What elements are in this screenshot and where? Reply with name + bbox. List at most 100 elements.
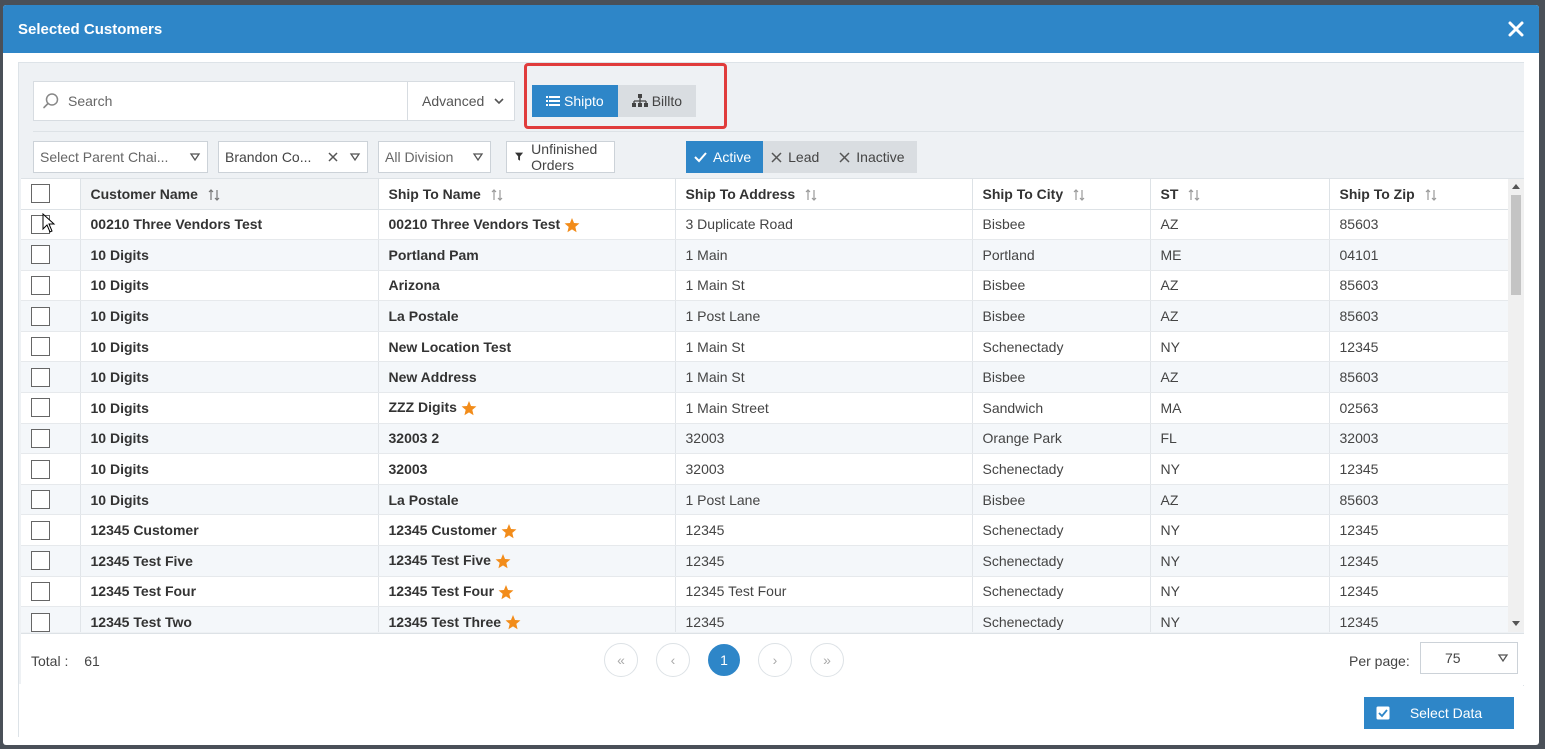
ship-to-name-cell: La Postale	[378, 484, 676, 516]
per-page-select[interactable]: 75	[1420, 642, 1518, 674]
status-lead-button[interactable]: Lead	[763, 141, 832, 173]
customer-name-cell: 10 Digits	[80, 361, 379, 394]
row-checkbox[interactable]	[31, 337, 50, 357]
ship-to-address-cell: 1 Main St	[675, 361, 973, 394]
ship-to-zip-cell: 02563	[1329, 392, 1509, 424]
ship-to-name-cell: 12345 Test Four	[378, 576, 676, 608]
ship-to-city-cell: Sandwich	[972, 392, 1151, 424]
view-toggle: Shipto Billto	[532, 85, 697, 117]
header-customer-name[interactable]: Customer Name	[80, 179, 379, 210]
table-row[interactable]: 12345 Customer 12345 Customer 12345 Schenec…	[21, 514, 1509, 547]
unfinished-orders-button[interactable]: Unfinished Orders	[506, 141, 616, 173]
brandon-select[interactable]: Brandon Co...	[218, 141, 368, 173]
customer-name-cell: 00210 Three Vendors Test	[80, 209, 379, 241]
ship-to-zip-cell: 12345	[1329, 453, 1509, 485]
row-checkbox[interactable]	[31, 428, 50, 448]
search-field[interactable]	[34, 82, 408, 120]
header-ship-to-zip[interactable]: Ship To Zip	[1329, 179, 1509, 210]
ship-to-zip-cell: 12345	[1329, 606, 1509, 632]
row-checkbox[interactable]	[31, 490, 50, 510]
ship-to-city-cell: Bisbee	[972, 270, 1151, 302]
ship-to-address-cell: 1 Main	[675, 239, 973, 271]
table-scrollbar[interactable]	[1508, 179, 1524, 632]
first-page-button[interactable]: «	[604, 643, 638, 677]
division-select[interactable]: All Division	[378, 141, 491, 173]
filter-icon	[515, 152, 524, 161]
status-filter-group: Active Lead Inactive	[686, 141, 917, 173]
row-select-cell	[21, 606, 81, 632]
shipto-label: Shipto	[564, 93, 604, 109]
table-row[interactable]: 10 Digits La Postale 1 Post Lane Bisbee AZ 85…	[21, 300, 1509, 332]
row-select-cell	[21, 484, 81, 516]
st-cell: NY	[1150, 545, 1330, 577]
table-row[interactable]: 12345 Test Two 12345 Test Three 12345 Schen…	[21, 606, 1509, 632]
search-input[interactable]	[68, 93, 388, 109]
close-icon[interactable]	[1505, 18, 1527, 40]
row-checkbox[interactable]	[31, 581, 50, 601]
row-checkbox[interactable]	[31, 275, 50, 295]
advanced-label: Advanced	[422, 93, 485, 109]
customer-name-cell: 10 Digits	[80, 300, 379, 332]
header-st[interactable]: ST	[1150, 179, 1330, 210]
row-checkbox[interactable]	[31, 551, 50, 571]
table-row[interactable]: 10 Digits Portland Pam 1 Main Portland ME 041…	[21, 239, 1509, 271]
shipto-button[interactable]: Shipto	[532, 85, 618, 117]
row-select-cell	[21, 361, 81, 394]
customer-name-cell: 12345 Customer	[80, 514, 379, 547]
select-all-checkbox[interactable]	[31, 184, 50, 204]
star-icon	[498, 584, 514, 600]
billto-button[interactable]: Billto	[617, 85, 697, 117]
table-row[interactable]: 10 Digits New Address 1 Main St Bisbee AZ 856…	[21, 361, 1509, 394]
ship-to-name-text: 00210 Three Vendors Test	[388, 215, 561, 232]
table-row[interactable]: 10 Digits New Location Test 1 Main St Schen…	[21, 331, 1509, 363]
scroll-thumb[interactable]	[1511, 195, 1521, 295]
last-page-button[interactable]: »	[810, 643, 844, 677]
row-checkbox[interactable]	[31, 459, 50, 479]
pagination: « ‹ 1 › »	[604, 643, 844, 677]
ship-to-name-text: 12345 Customer	[388, 521, 497, 538]
ship-to-zip-cell: 12345	[1329, 514, 1509, 547]
table-row[interactable]: 00210 Three Vendors Test 00210 Three Vend…	[21, 209, 1509, 241]
table-row[interactable]: 10 Digits 32003 2 32003 Orange Park FL 32003	[21, 423, 1509, 455]
unfinished-orders-label: Unfinished Orders	[531, 141, 598, 173]
st-cell: MA	[1150, 392, 1330, 424]
header-ship-to-name[interactable]: Ship To Name	[378, 179, 676, 210]
row-checkbox[interactable]	[31, 398, 50, 418]
status-inactive-button[interactable]: Inactive	[831, 141, 917, 173]
ship-to-zip-cell: 85603	[1329, 484, 1509, 516]
row-checkbox[interactable]	[31, 612, 50, 632]
scroll-up-icon[interactable]	[1512, 183, 1520, 191]
table-row[interactable]: 12345 Test Five 12345 Test Five 12345 Schen…	[21, 545, 1509, 577]
table-row[interactable]: 10 Digits 32003 32003 Schenectady NY 12345	[21, 453, 1509, 485]
next-page-button[interactable]: ›	[758, 643, 792, 677]
table-row[interactable]: 10 Digits ZZZ Digits 1 Main Street Sandwich…	[21, 392, 1509, 424]
prev-page-button[interactable]: ‹	[656, 643, 690, 677]
row-checkbox[interactable]	[31, 520, 50, 540]
parent-chain-select[interactable]: Select Parent Chai...	[33, 141, 208, 173]
row-checkbox[interactable]	[31, 306, 50, 326]
st-cell: FL	[1150, 423, 1330, 455]
search-box: Advanced	[33, 81, 515, 121]
select-data-button[interactable]: Select Data	[1364, 697, 1514, 729]
advanced-dropdown[interactable]: Advanced	[408, 82, 514, 120]
table-row[interactable]: 10 Digits La Postale 1 Post Lane Bisbee AZ 85…	[21, 484, 1509, 516]
row-checkbox[interactable]	[31, 367, 50, 387]
ship-to-address-cell: 12345	[675, 514, 973, 547]
ship-to-city-cell: Bisbee	[972, 361, 1151, 394]
ship-to-zip-cell: 04101	[1329, 239, 1509, 271]
table-row[interactable]: 10 Digits Arizona 1 Main St Bisbee AZ 85603	[21, 270, 1509, 302]
close-icon	[839, 151, 850, 163]
clear-icon[interactable]	[327, 151, 339, 163]
page-1-button[interactable]: 1	[708, 644, 740, 676]
ship-to-name-cell: 12345 Customer	[378, 514, 676, 547]
table-row[interactable]: 12345 Test Four 12345 Test Four 12345 Test…	[21, 576, 1509, 608]
status-inactive-label: Inactive	[856, 149, 905, 165]
header-ship-to-city[interactable]: Ship To City	[972, 179, 1151, 210]
header-ship-to-address[interactable]: Ship To Address	[675, 179, 973, 210]
st-cell: AZ	[1150, 270, 1330, 302]
scroll-down-icon[interactable]	[1512, 619, 1520, 627]
st-cell: AZ	[1150, 484, 1330, 516]
status-active-button[interactable]: Active	[686, 141, 764, 173]
star-icon	[505, 615, 521, 630]
row-checkbox[interactable]	[31, 245, 50, 265]
